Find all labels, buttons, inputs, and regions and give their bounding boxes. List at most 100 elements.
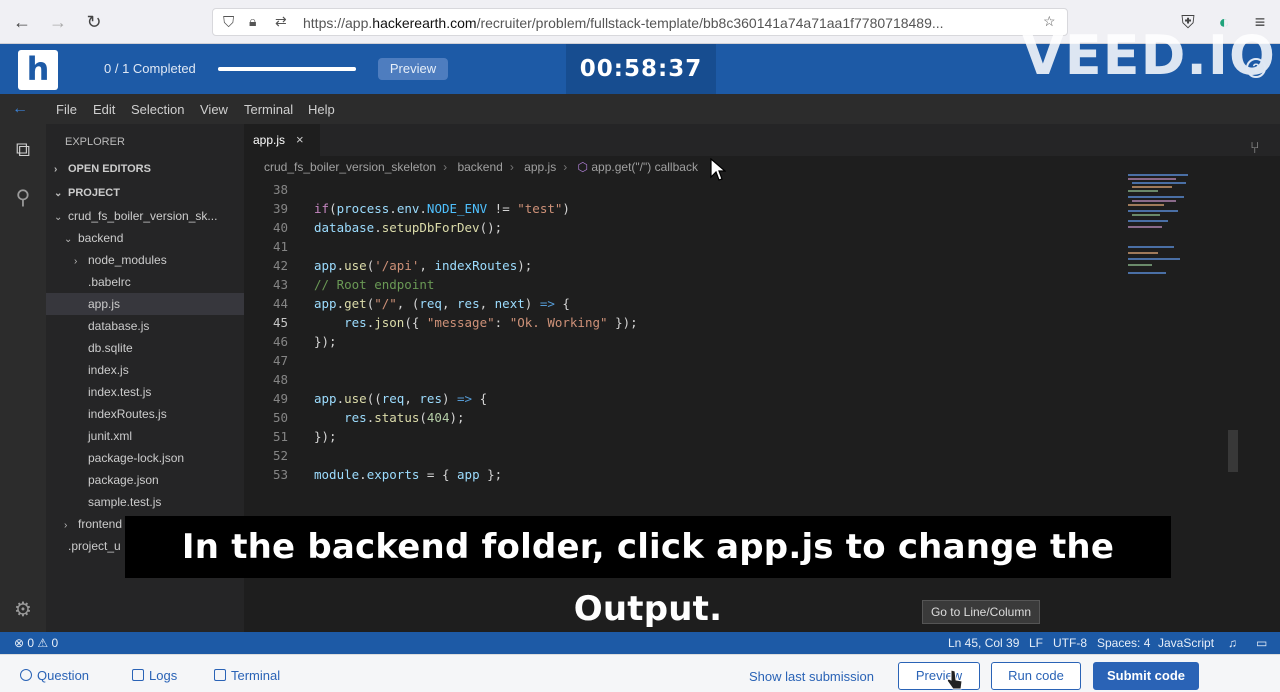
progress-label: 0 / 1 Completed: [104, 61, 196, 76]
code-line: res.json({ "message": "Ok. Working" });: [344, 315, 638, 330]
run-code-button[interactable]: Run code: [991, 662, 1081, 690]
permissions-icon[interactable]: ⇄: [275, 13, 287, 30]
editor-scrollbar[interactable]: [1228, 430, 1238, 472]
logs-tab[interactable]: Logs: [132, 668, 177, 683]
tree-item[interactable]: .babelrc: [46, 271, 244, 293]
line-number: 39: [272, 201, 288, 216]
header-preview-button[interactable]: Preview: [378, 58, 448, 80]
question-tab[interactable]: Question: [20, 668, 89, 683]
progress-fill: [218, 67, 356, 71]
back-arrow-icon[interactable]: ←: [10, 10, 34, 34]
terminal-tab[interactable]: Terminal: [214, 668, 280, 683]
logs-icon: [132, 669, 144, 681]
code-line: // Root endpoint: [314, 277, 435, 292]
address-bar[interactable]: ⛉ 🔒︎ ⇄ https://app.hackerearth.com/recru…: [212, 8, 1068, 36]
search-icon[interactable]: ⚲: [11, 186, 35, 210]
tree-item[interactable]: database.js: [46, 315, 244, 337]
open-editors-section[interactable]: › OPEN EDITORS: [46, 158, 244, 180]
project-section[interactable]: ⌄ PROJECT: [46, 182, 244, 204]
tree-item-label: frontend: [78, 517, 123, 531]
tab-bar: app.js ×: [244, 124, 1280, 156]
tree-item[interactable]: app.js: [46, 293, 244, 315]
line-number: 51: [272, 429, 288, 444]
menu-terminal[interactable]: Terminal: [244, 102, 293, 117]
activity-bar: ⧉ ⚲ ⚙: [0, 124, 46, 632]
breadcrumb-item[interactable]: crud_fs_boiler_version_skeleton: [264, 160, 436, 174]
veed-watermark: VEED.IO: [1022, 24, 1276, 87]
menu-view[interactable]: View: [200, 102, 228, 117]
help-icon[interactable]: ?: [1246, 58, 1266, 78]
menu-help[interactable]: Help: [308, 102, 335, 117]
tree-item[interactable]: index.test.js: [46, 381, 244, 403]
explorer-icon[interactable]: ⧉: [11, 138, 35, 162]
line-number: 43: [272, 277, 288, 292]
terminal-icon: [214, 669, 226, 681]
code-line: database.setupDbForDev();: [314, 220, 503, 235]
explorer-title: EXPLORER: [65, 136, 125, 148]
indentation-indicator[interactable]: Spaces: 4: [1097, 636, 1150, 650]
language-indicator[interactable]: JavaScript: [1158, 636, 1214, 650]
problems-indicator[interactable]: ⊗ 0 ⚠ 0: [14, 636, 58, 650]
bell-icon[interactable]: ♫: [1228, 636, 1237, 650]
line-number: 40: [272, 220, 288, 235]
tree-item[interactable]: index.js: [46, 359, 244, 381]
back-arrow-icon[interactable]: ←: [12, 100, 28, 118]
code-line: app.use('/api', indexRoutes);: [314, 258, 533, 273]
tree-item[interactable]: junit.xml: [46, 425, 244, 447]
menu-edit[interactable]: Edit: [93, 102, 115, 117]
code-line: app.use((req, res) => {: [314, 391, 488, 406]
shield-icon: ⛉: [223, 14, 235, 31]
forward-arrow-icon[interactable]: →: [46, 10, 70, 34]
breadcrumb-item[interactable]: backend: [457, 160, 502, 174]
line-number: 48: [272, 372, 288, 387]
app-header: h 0 / 1 Completed Preview 00:58:37 VEED.…: [0, 24, 1280, 94]
gear-icon[interactable]: ⚙: [11, 598, 35, 622]
question-icon: [20, 669, 32, 681]
countdown-timer: 00:58:37: [566, 44, 716, 94]
tree-item[interactable]: package.json: [46, 469, 244, 491]
tree-item[interactable]: ⌄ crud_fs_boiler_version_sk...: [46, 205, 244, 227]
tree-item[interactable]: db.sqlite: [46, 337, 244, 359]
menu-bar: ← File Edit Selection View Terminal Help: [0, 94, 1280, 124]
tree-item-label: index.test.js: [88, 385, 152, 399]
breadcrumb-item[interactable]: app.get("/") callback: [591, 160, 698, 174]
tree-item-label: node_modules: [88, 253, 167, 267]
close-icon[interactable]: ×: [296, 124, 304, 156]
source-control-graph-icon[interactable]: ⑂: [1250, 140, 1260, 158]
code-line: });: [314, 334, 337, 349]
tree-item[interactable]: sample.test.js: [46, 491, 244, 513]
minimap[interactable]: [1128, 174, 1228, 284]
show-last-submission-link[interactable]: Show last submission: [749, 669, 874, 684]
eol-indicator[interactable]: LF: [1029, 636, 1043, 650]
hand-cursor-icon: [946, 669, 963, 690]
encoding-indicator[interactable]: UTF-8: [1053, 636, 1087, 650]
video-subtitle: In the backend folder, click app.js to c…: [125, 516, 1171, 629]
tree-item-label: database.js: [88, 319, 150, 333]
url-text: https://app.hackerearth.com/recruiter/pr…: [303, 15, 944, 31]
feedback-icon[interactable]: ▭: [1256, 636, 1267, 650]
menu-selection[interactable]: Selection: [131, 102, 184, 117]
tab-app-js[interactable]: app.js ×: [244, 124, 320, 156]
cursor-position[interactable]: Ln 45, Col 39: [948, 636, 1019, 650]
tree-item[interactable]: package-lock.json: [46, 447, 244, 469]
code-line: });: [314, 429, 337, 444]
preview-button[interactable]: Preview: [898, 662, 980, 690]
reload-icon[interactable]: ↻: [82, 10, 106, 34]
code-line: app.get("/", (req, res, next) => {: [314, 296, 570, 311]
bottom-action-bar: Question Logs Terminal Show last submiss…: [0, 654, 1280, 692]
code-area[interactable]: 38 39 if(process.env.NODE_ENV != "test") …: [244, 180, 1124, 520]
line-number: 41: [272, 239, 288, 254]
chevron-icon: ›: [74, 256, 78, 267]
mouse-cursor-icon: [710, 158, 726, 181]
line-number: 44: [272, 296, 288, 311]
tree-item[interactable]: ⌄ backend: [46, 227, 244, 249]
menu-file[interactable]: File: [56, 102, 77, 117]
goto-line-tooltip: Go to Line/Column: [922, 600, 1040, 624]
tree-item[interactable]: › node_modules: [46, 249, 244, 271]
lock-icon: 🔒︎: [249, 13, 257, 29]
tree-item-label: index.js: [88, 363, 129, 377]
tree-item-label: .babelrc: [88, 275, 131, 289]
submit-code-button[interactable]: Submit code: [1093, 662, 1199, 690]
tree-item[interactable]: indexRoutes.js: [46, 403, 244, 425]
breadcrumb-item[interactable]: app.js: [524, 160, 556, 174]
